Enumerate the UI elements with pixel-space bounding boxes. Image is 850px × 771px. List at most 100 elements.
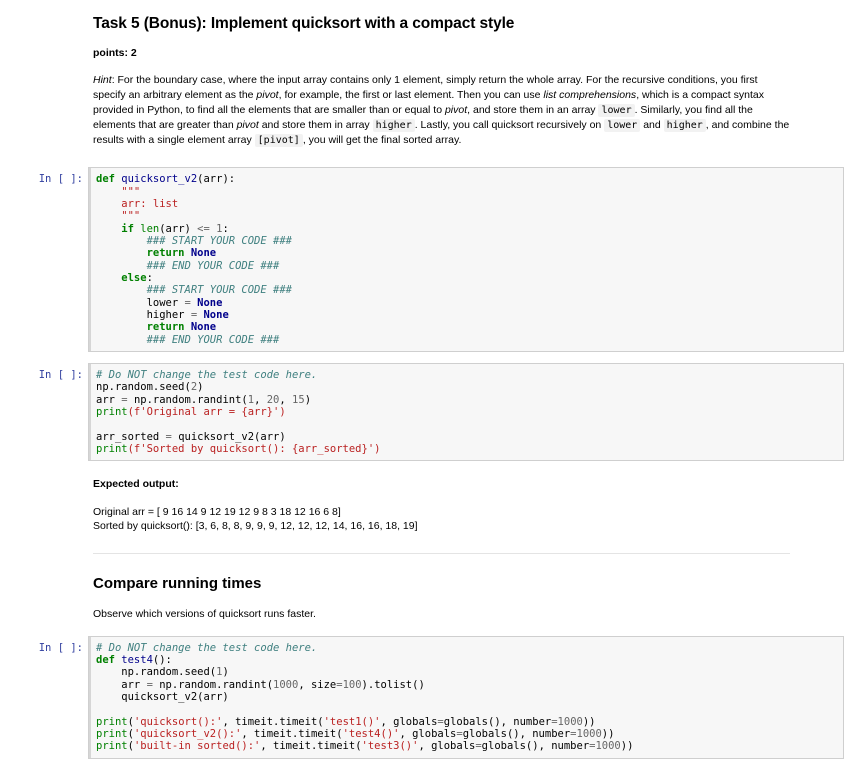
kw-return-1: return	[96, 247, 191, 260]
builtin-print-5: print	[96, 740, 128, 753]
hint-text-6: and store them in array	[258, 119, 373, 132]
expected-output-markdown[interactable]: Expected output: Original arr = [ 9 16 1…	[93, 477, 850, 533]
compare-description: Observe which versions of quicksort runs…	[93, 607, 316, 620]
hint-text-2: , for example, the first or last element…	[278, 88, 544, 101]
str-test3: 'test3()'	[361, 740, 419, 753]
num-1: 1	[209, 222, 223, 235]
timeit-call-1: , timeit.timeit(	[222, 715, 324, 728]
cell-2-editor[interactable]: # Do NOT change the test code here. np.r…	[88, 363, 844, 462]
points-label: points: 2	[93, 47, 137, 60]
code-cell-1[interactable]: In [ ]: def quicksort_v2 (arr): """ arr: …	[0, 167, 850, 353]
inline-code-lower-1: lower	[598, 103, 635, 117]
np-seed-call-2: np.random.seed(	[96, 666, 217, 679]
number-1000-1: 1000	[557, 715, 583, 728]
code-cell-3[interactable]: In [ ]: # Do NOT change the test code he…	[0, 635, 850, 759]
str-quicksort-v2-label: 'quicksort_v2():'	[133, 727, 242, 740]
cell-3-source[interactable]: # Do NOT change the test code here. def …	[96, 642, 839, 753]
var-arr-1: arr	[96, 393, 122, 406]
code-cell-2[interactable]: In [ ]: # Do NOT change the test code he…	[0, 363, 850, 462]
hint-text-4: , and store them in an array	[467, 103, 599, 116]
str-quicksort-label: 'quicksort():'	[133, 715, 223, 728]
kw-else-1: else	[96, 272, 147, 284]
fn-name-test4: test4	[114, 653, 153, 666]
none-4: None	[190, 321, 217, 334]
randint-call-2: np.random.randint(	[152, 678, 274, 691]
kw-def-1: def	[96, 173, 115, 186]
hint-listcomp: list comprehensions	[543, 88, 637, 101]
inline-code-higher-2: higher	[663, 119, 706, 133]
page-title: Task 5 (Bonus): Implement quicksort with…	[93, 15, 515, 32]
globals-call-1: globals(), number	[443, 715, 552, 728]
globals-kwarg-2: , globals	[399, 727, 457, 740]
kw-def-2: def	[96, 653, 115, 666]
timeit-call-2: , timeit.timeit(	[241, 727, 343, 740]
randint-high-2: 1000	[273, 678, 299, 691]
randint-size: 15	[292, 393, 305, 406]
number-1000-2: 1000	[576, 727, 602, 740]
globals-call-2: globals(), number	[462, 727, 571, 740]
randint-call-1: np.random.randint(	[127, 393, 248, 406]
hint-text-7: . Lastly, you call quicksort recursively…	[414, 119, 605, 132]
expected-output-line-1: Original arr = [ 9 16 14 9 12 19 12 9 8 …	[93, 505, 341, 518]
var-arr-2: arr	[96, 678, 147, 691]
kwarg-size: , size	[298, 678, 337, 691]
var-arr-sorted: arr_sorted	[96, 430, 166, 443]
comma-2: ,	[279, 393, 293, 406]
cell-2-source[interactable]: # Do NOT change the test code here. np.r…	[96, 369, 839, 455]
kw-return-2: return	[96, 321, 191, 334]
call-quicksort-v2: quicksort_v2(arr)	[171, 430, 286, 443]
randint-high: 20	[266, 393, 280, 406]
hint-text-10: , you will get the final sorted array.	[302, 134, 462, 147]
cell-3-editor[interactable]: # Do NOT change the test code here. def …	[88, 635, 844, 759]
var-higher: higher	[96, 309, 191, 322]
docstring-open: """	[96, 185, 141, 198]
hint-pivot-1: pivot	[256, 88, 279, 101]
comment-start-1: ### START YOUR CODE ###	[96, 234, 292, 247]
paren-close-2: )	[304, 393, 312, 406]
comment-end-1: ### END YOUR CODE ###	[96, 259, 280, 272]
colon-2: :	[146, 272, 153, 284]
colon-1: :	[222, 222, 229, 235]
docstring-body: arr: list	[96, 197, 179, 210]
if-expr-1: (arr)	[159, 222, 198, 235]
builtin-print-2: print	[96, 443, 128, 456]
inline-code-lower-2: lower	[604, 119, 641, 133]
section-divider	[93, 553, 790, 555]
globals-kwarg-3: , globals	[418, 740, 476, 753]
cell-1-editor[interactable]: def quicksort_v2(arr): """ arr: list """…	[88, 167, 844, 353]
tolist-call: ).tolist()	[361, 678, 425, 691]
expected-output-label: Expected output:	[93, 478, 179, 491]
size-value: 100	[342, 678, 362, 691]
builtin-len: len	[140, 222, 160, 235]
cell-1-source[interactable]: def quicksort_v2(arr): """ arr: list """…	[96, 173, 839, 346]
np-seed-call: np.random.seed(	[96, 381, 191, 394]
fn-args-2: ():	[152, 653, 172, 666]
none-3: None	[197, 309, 229, 322]
none-2: None	[190, 296, 223, 309]
globals-kwarg-1: , globals	[380, 715, 438, 728]
cell-2-prompt[interactable]: In [ ]:	[0, 363, 88, 381]
comment-do-not-change-2: # Do NOT change the test code here.	[96, 641, 318, 654]
comment-end-2: ### END YOUR CODE ###	[96, 333, 280, 346]
compare-markdown-cell[interactable]: Compare running times Observe which vers…	[93, 574, 790, 621]
inline-code-higher-1: higher	[372, 119, 415, 133]
expected-output-line-2: Sorted by quicksort(): [3, 6, 8, 8, 9, 9…	[93, 519, 418, 532]
number-1000-3: 1000	[595, 740, 621, 753]
compare-section-title: Compare running times	[93, 575, 262, 593]
hint-text-8: and	[640, 119, 664, 132]
cell-1-prompt[interactable]: In [ ]:	[0, 167, 88, 185]
hint-label: Hint	[93, 73, 112, 86]
inline-code-pivot: [pivot]	[254, 134, 303, 148]
str-builtin-sorted-label: 'built-in sorted():'	[133, 740, 261, 753]
str-test1: 'test1()'	[323, 715, 381, 728]
hint-pivot-2: pivot	[444, 103, 468, 116]
cell-3-prompt[interactable]: In [ ]:	[0, 636, 88, 654]
call-quicksort-v2-2: quicksort_v2(arr)	[96, 690, 229, 703]
str-test4: 'test4()'	[342, 727, 400, 740]
builtin-print-4: print	[96, 727, 128, 740]
comma-1: ,	[254, 393, 267, 406]
timeit-call-3: , timeit.timeit(	[260, 740, 362, 753]
fn-name-quicksort-v2: quicksort_v2	[114, 173, 198, 186]
kw-if-1: if	[96, 222, 141, 235]
task-markdown-cell[interactable]: Task 5 (Bonus): Implement quicksort with…	[93, 0, 790, 148]
